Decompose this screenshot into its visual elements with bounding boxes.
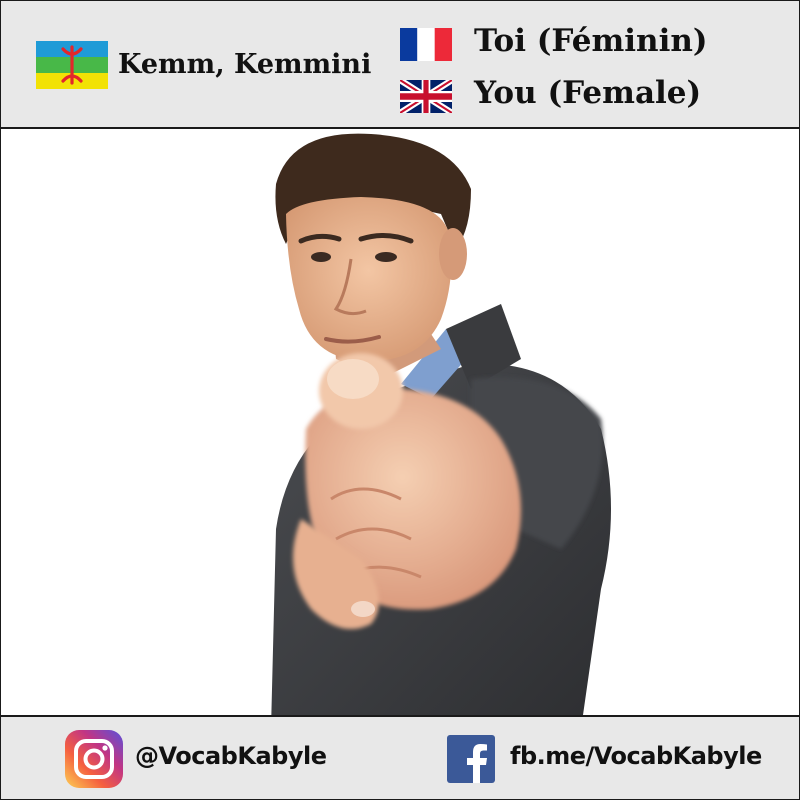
photo-area <box>1 129 799 715</box>
french-word: Toi (Féminin) <box>474 23 708 59</box>
france-flag-icon <box>400 28 452 61</box>
instagram-handle-link[interactable]: @VocabKabyle <box>135 742 327 770</box>
facebook-page-link[interactable]: fb.me/VocabKabyle <box>510 742 762 770</box>
man-pointing-at-viewer-photo <box>271 133 611 715</box>
amazigh-flag-icon <box>36 41 108 89</box>
instagram-icon[interactable] <box>65 730 123 788</box>
english-word: You (Female) <box>474 75 702 111</box>
header-bar: Kemm, Kemmini Toi (Féminin) You (Female) <box>1 1 799 129</box>
vocab-card: Kemm, Kemmini Toi (Féminin) You (Female) <box>0 0 800 800</box>
footer-bar: @VocabKabyle fb.me/VocabKabyle <box>1 715 799 799</box>
uk-flag-icon <box>400 80 452 113</box>
kabyle-word: Kemm, Kemmini <box>118 49 372 80</box>
facebook-icon[interactable] <box>447 735 495 783</box>
